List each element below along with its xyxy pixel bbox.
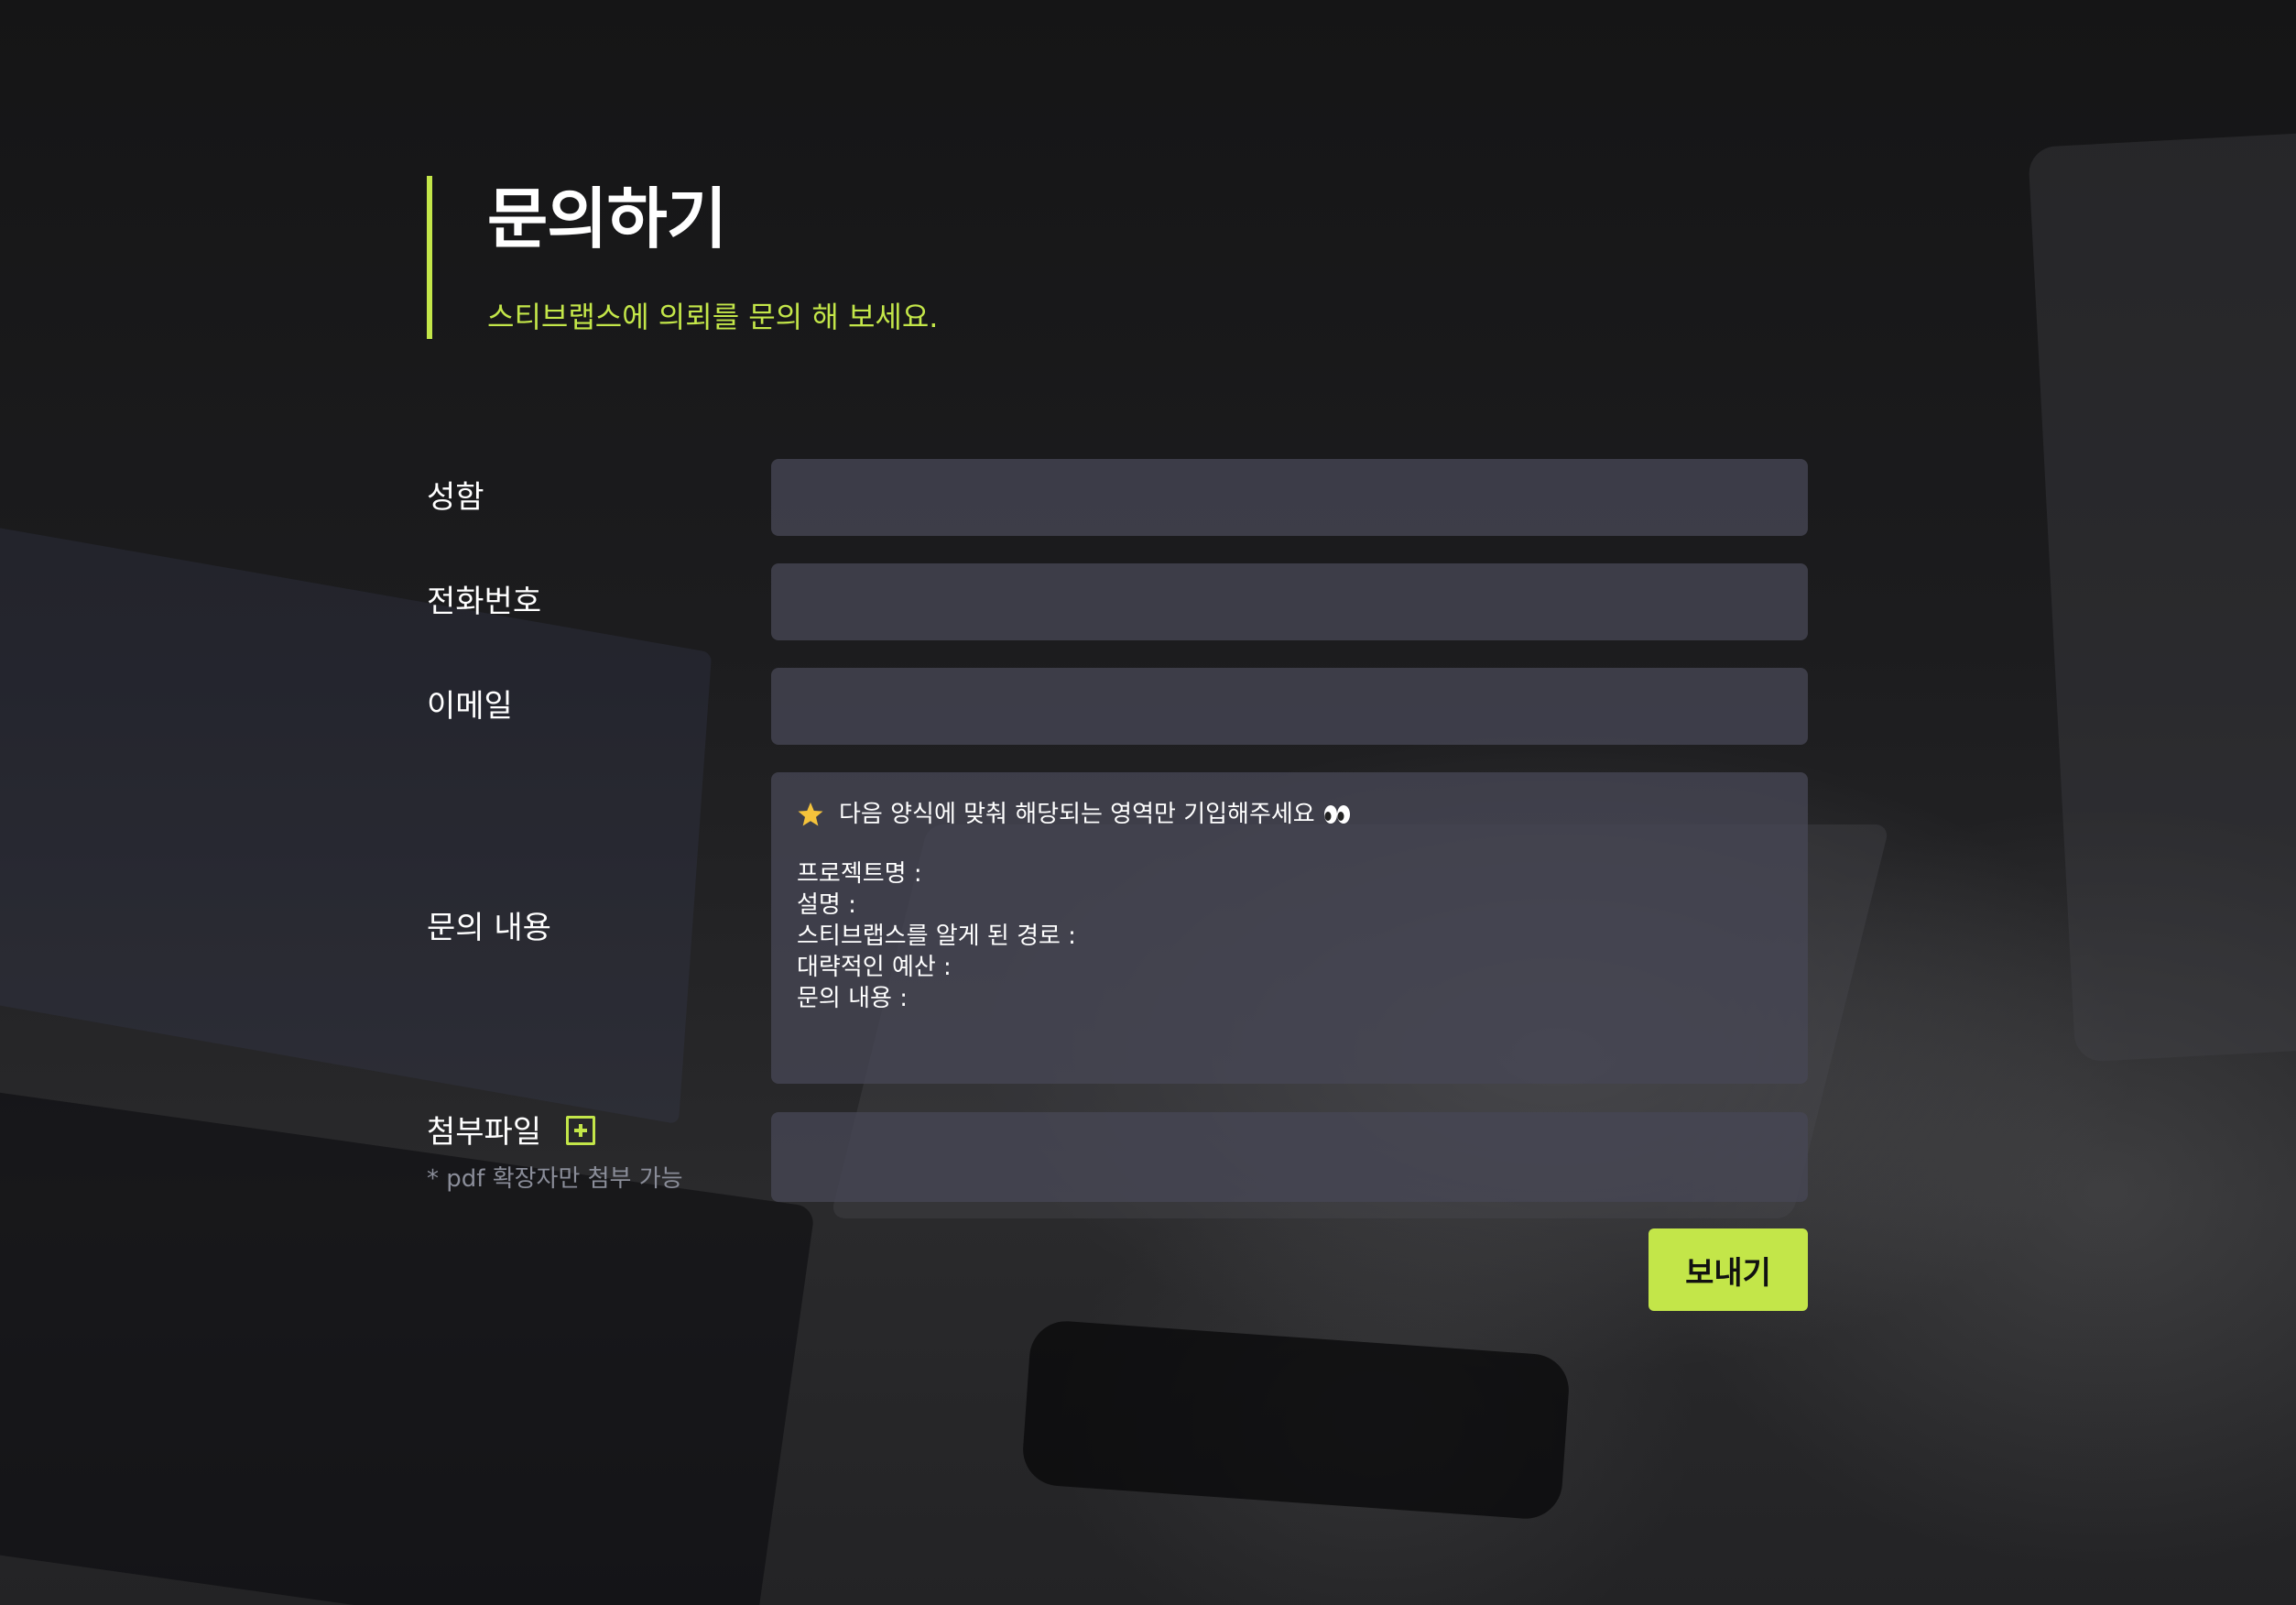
page-header: 문의하기 스티브랩스에 의뢰를 문의 해 보세요. — [427, 176, 938, 339]
inquiry-label: 문의 내용 — [427, 910, 551, 946]
name-field-wrapper — [771, 459, 1808, 536]
phone-label: 전화번호 — [427, 584, 542, 620]
template-line-description: 설명 : — [797, 891, 856, 919]
name-label: 성함 — [427, 479, 484, 516]
phone-row: 전화번호 — [427, 563, 1808, 640]
name-row: 성함 — [427, 459, 1808, 536]
attachment-row: 첨부파일 * pdf 확장자만 첨부 가능 — [427, 1112, 1808, 1202]
inquiry-template: 프로젝트명 : 설명 : 스티브랩스를 알게 된 경로 : 대략적인 예산 : … — [797, 858, 1782, 1014]
eyes-icon — [1323, 805, 1350, 824]
inquiry-row: 문의 내용 다음 양식에 맞춰 해당되는 영역만 기입해주세요 프로젝트명 : … — [427, 772, 1808, 1084]
phone-input[interactable] — [771, 563, 1808, 640]
email-row: 이메일 — [427, 668, 1808, 745]
template-line-project: 프로젝트명 : — [797, 860, 922, 888]
template-line-source: 스티브랩스를 알게 된 경로 : — [797, 923, 1076, 950]
page-subtitle: 스티브랩스에 의뢰를 문의 해 보세요. — [487, 300, 939, 334]
inquiry-hint-text: 다음 양식에 맞춰 해당되는 영역만 기입해주세요 — [839, 801, 1315, 828]
background-monitor — [2028, 128, 2296, 1063]
background-phone — [1020, 1318, 1572, 1522]
plus-square-icon[interactable] — [566, 1116, 595, 1145]
page-title: 문의하기 — [487, 183, 727, 257]
attachment-dropzone[interactable] — [771, 1112, 1808, 1202]
email-label: 이메일 — [427, 688, 513, 725]
name-input[interactable] — [771, 459, 1808, 536]
attachment-label: 첨부파일 — [427, 1114, 542, 1151]
template-line-budget: 대략적인 예산 : — [797, 954, 952, 981]
email-input[interactable] — [771, 668, 1808, 745]
attachment-note: * pdf 확장자만 첨부 가능 — [427, 1165, 683, 1193]
submit-button[interactable]: 보내기 — [1649, 1228, 1808, 1311]
inquiry-textarea[interactable]: 다음 양식에 맞춰 해당되는 영역만 기입해주세요 프로젝트명 : 설명 : 스… — [771, 772, 1808, 1084]
star-icon — [798, 802, 823, 826]
contact-page: 문의하기 스티브랩스에 의뢰를 문의 해 보세요. 성함 전화번호 이메일 문의… — [0, 0, 2296, 1605]
inquiry-hint-line: 다음 양식에 맞춰 해당되는 영역만 기입해주세요 — [797, 796, 1782, 833]
email-field-wrapper — [771, 668, 1808, 745]
phone-field-wrapper — [771, 563, 1808, 640]
template-line-content: 문의 내용 : — [797, 985, 908, 1012]
